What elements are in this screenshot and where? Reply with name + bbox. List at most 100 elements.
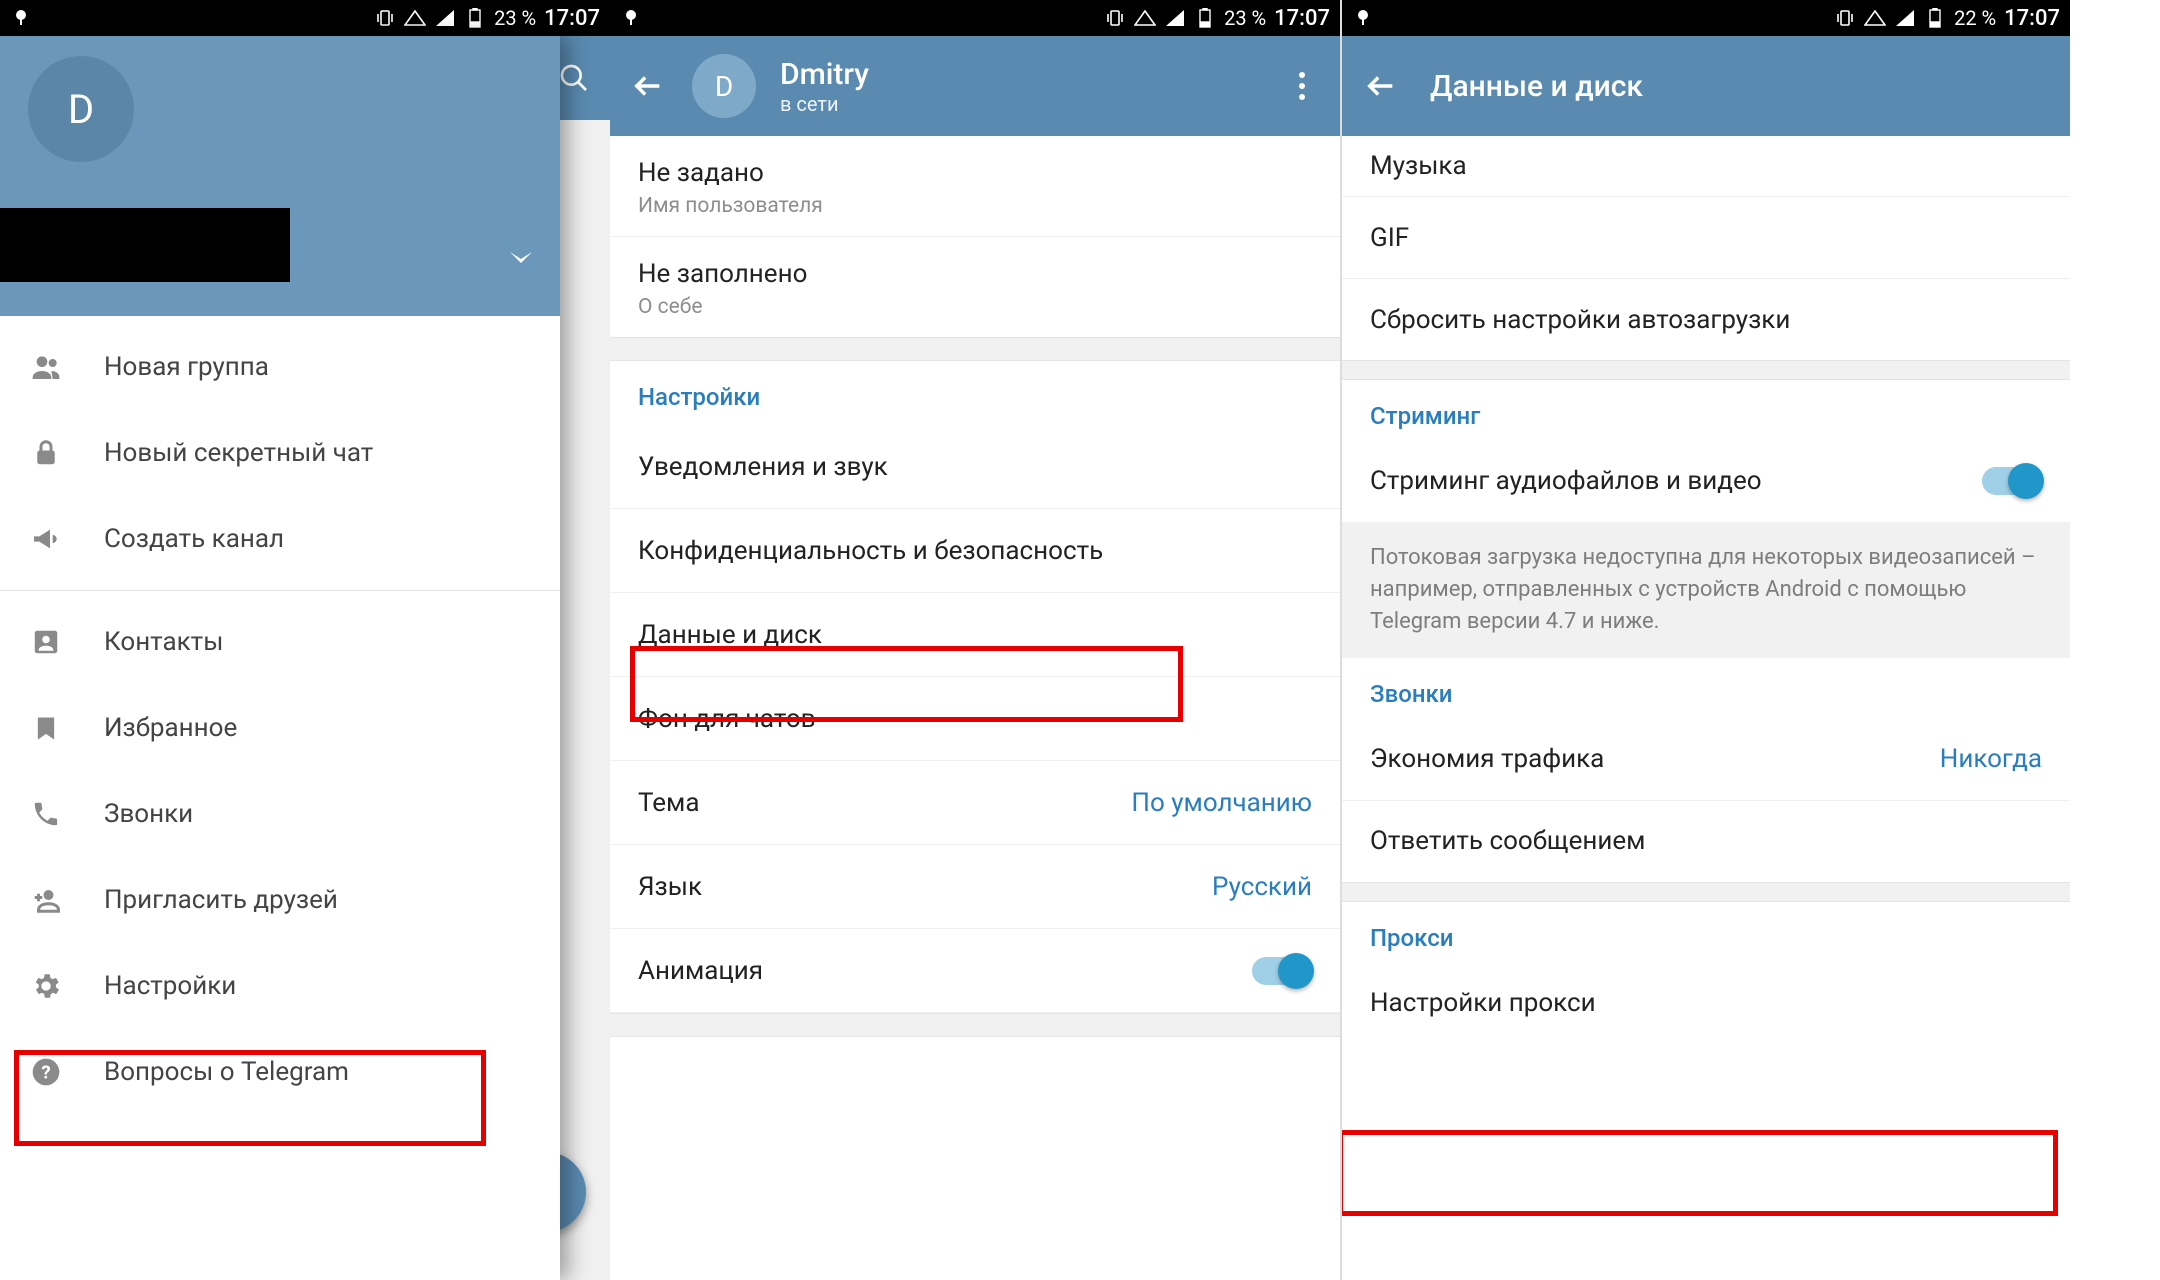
menu-secret-chat[interactable]: Новый секретный чат bbox=[0, 410, 560, 496]
battery-percent: 22 % bbox=[1954, 6, 1996, 30]
toolbar: D Dmitry в сети bbox=[610, 36, 1340, 136]
section-header-settings: Настройки bbox=[610, 361, 1340, 425]
menu-favorites[interactable]: Избранное bbox=[0, 685, 560, 771]
notification-icon bbox=[10, 7, 32, 29]
item-gif-label: GIF bbox=[1370, 223, 1409, 253]
bio-value: Не заполнено bbox=[638, 259, 1312, 289]
wifi-icon bbox=[1864, 7, 1886, 29]
person-add-icon bbox=[28, 882, 64, 918]
streaming-hint: Потоковая загрузка недоступна для некото… bbox=[1342, 522, 2070, 658]
settings-theme-value: По умолчанию bbox=[1131, 788, 1312, 818]
clock-time: 17:07 bbox=[1274, 6, 1330, 31]
settings-language-label: Язык bbox=[638, 872, 702, 902]
settings-privacy-label: Конфиденциальность и безопасность bbox=[638, 536, 1103, 566]
wifi-icon bbox=[404, 7, 426, 29]
section-header-proxy: Прокси bbox=[1342, 902, 2070, 962]
settings-privacy[interactable]: Конфиденциальность и безопасность bbox=[610, 509, 1340, 593]
menu-create-channel-label: Создать канал bbox=[104, 524, 284, 554]
item-gif[interactable]: GIF bbox=[1342, 196, 2070, 278]
settings-animation-label: Анимация bbox=[638, 956, 763, 986]
signal-icon bbox=[1164, 7, 1186, 29]
search-icon[interactable] bbox=[558, 62, 590, 94]
section-header-calls: Звонки bbox=[1342, 658, 2070, 718]
user-avatar[interactable]: D bbox=[28, 56, 134, 162]
section-header-streaming: Стриминг bbox=[1342, 380, 2070, 440]
item-data-saver[interactable]: Экономия трафика Никогда bbox=[1342, 718, 2070, 800]
section-divider bbox=[610, 337, 1340, 361]
settings-language-value: Русский bbox=[1212, 872, 1312, 902]
person-icon bbox=[28, 624, 64, 660]
drawer-header: D bbox=[0, 36, 560, 316]
settings-data-disk-label: Данные и диск bbox=[638, 620, 822, 650]
menu-calls-label: Звонки bbox=[104, 799, 193, 829]
settings-animation[interactable]: Анимация bbox=[610, 929, 1340, 1013]
profile-name: Dmitry bbox=[780, 57, 1258, 92]
menu-contacts[interactable]: Контакты bbox=[0, 599, 560, 685]
chevron-down-icon[interactable] bbox=[510, 252, 532, 266]
item-music[interactable]: Музыка bbox=[1342, 136, 2070, 196]
settings-theme[interactable]: Тема По умолчанию bbox=[610, 761, 1340, 845]
notification-icon bbox=[620, 7, 642, 29]
status-bar: 23 % 17:07 bbox=[0, 0, 610, 36]
battery-icon bbox=[1924, 7, 1946, 29]
menu-secret-chat-label: Новый секретный чат bbox=[104, 438, 373, 468]
menu-invite[interactable]: Пригласить друзей bbox=[0, 857, 560, 943]
highlight-data-disk bbox=[630, 646, 1183, 722]
item-music-label: Музыка bbox=[1370, 151, 1467, 181]
signal-icon bbox=[1894, 7, 1916, 29]
menu-settings[interactable]: Настройки bbox=[0, 943, 560, 1029]
item-data-saver-value: Никогда bbox=[1940, 744, 2042, 774]
gear-icon bbox=[28, 968, 64, 1004]
item-reset-autoload-label: Сбросить настройки автозагрузки bbox=[1370, 305, 1790, 335]
vibrate-icon bbox=[374, 7, 396, 29]
item-reply-msg-label: Ответить сообщением bbox=[1370, 826, 1645, 856]
menu-settings-label: Настройки bbox=[104, 971, 236, 1001]
back-button[interactable] bbox=[1364, 69, 1398, 103]
item-proxy-settings[interactable]: Настройки прокси bbox=[1342, 962, 2070, 1044]
settings-notifications-label: Уведомления и звук bbox=[638, 452, 888, 482]
notification-icon bbox=[1352, 7, 1374, 29]
username-row[interactable]: Не задано Имя пользователя bbox=[610, 136, 1340, 236]
item-data-saver-label: Экономия трафика bbox=[1370, 744, 1604, 774]
battery-percent: 23 % bbox=[494, 6, 536, 30]
status-bar: 22 % 17:07 bbox=[1342, 0, 2070, 36]
profile-avatar[interactable]: D bbox=[692, 54, 756, 118]
megaphone-icon bbox=[28, 521, 64, 557]
back-button[interactable] bbox=[628, 66, 668, 106]
battery-percent: 23 % bbox=[1224, 6, 1266, 30]
highlight-settings bbox=[14, 1050, 486, 1146]
signal-icon bbox=[434, 7, 456, 29]
settings-language[interactable]: Язык Русский bbox=[610, 845, 1340, 929]
bio-row[interactable]: Не заполнено О себе bbox=[610, 236, 1340, 337]
item-proxy-settings-label: Настройки прокси bbox=[1370, 988, 1596, 1018]
bookmark-icon bbox=[28, 710, 64, 746]
streaming-toggle[interactable] bbox=[1982, 467, 2042, 495]
item-reset-autoload[interactable]: Сбросить настройки автозагрузки bbox=[1342, 278, 2070, 360]
settings-notifications[interactable]: Уведомления и звук bbox=[610, 425, 1340, 509]
item-reply-msg[interactable]: Ответить сообщением bbox=[1342, 800, 2070, 882]
item-streaming-label: Стриминг аудиофайлов и видео bbox=[1370, 466, 1762, 496]
username-value: Не задано bbox=[638, 158, 1312, 188]
settings-theme-label: Тема bbox=[638, 788, 699, 818]
section-divider bbox=[1342, 882, 2070, 902]
animation-toggle[interactable] bbox=[1252, 957, 1312, 985]
page-title: Данные и диск bbox=[1430, 69, 1643, 104]
username-label: Имя пользователя bbox=[638, 194, 1312, 218]
wifi-icon bbox=[1134, 7, 1156, 29]
menu-create-channel[interactable]: Создать канал bbox=[0, 496, 560, 582]
avatar-letter: D bbox=[68, 86, 94, 133]
menu-calls[interactable]: Звонки bbox=[0, 771, 560, 857]
menu-invite-label: Пригласить друзей bbox=[104, 885, 338, 915]
redacted-username bbox=[0, 208, 290, 282]
item-streaming[interactable]: Стриминг аудиофайлов и видео bbox=[1342, 440, 2070, 522]
menu-contacts-label: Контакты bbox=[104, 627, 223, 657]
clock-time: 17:07 bbox=[544, 6, 600, 31]
section-divider bbox=[1342, 360, 2070, 380]
bio-label: О себе bbox=[638, 295, 1312, 319]
battery-icon bbox=[464, 7, 486, 29]
overflow-menu-icon[interactable] bbox=[1282, 71, 1322, 101]
menu-new-group-label: Новая группа bbox=[104, 352, 269, 382]
menu-new-group[interactable]: Новая группа bbox=[0, 324, 560, 410]
toolbar: Данные и диск bbox=[1342, 36, 2070, 136]
menu-favorites-label: Избранное bbox=[104, 713, 237, 743]
